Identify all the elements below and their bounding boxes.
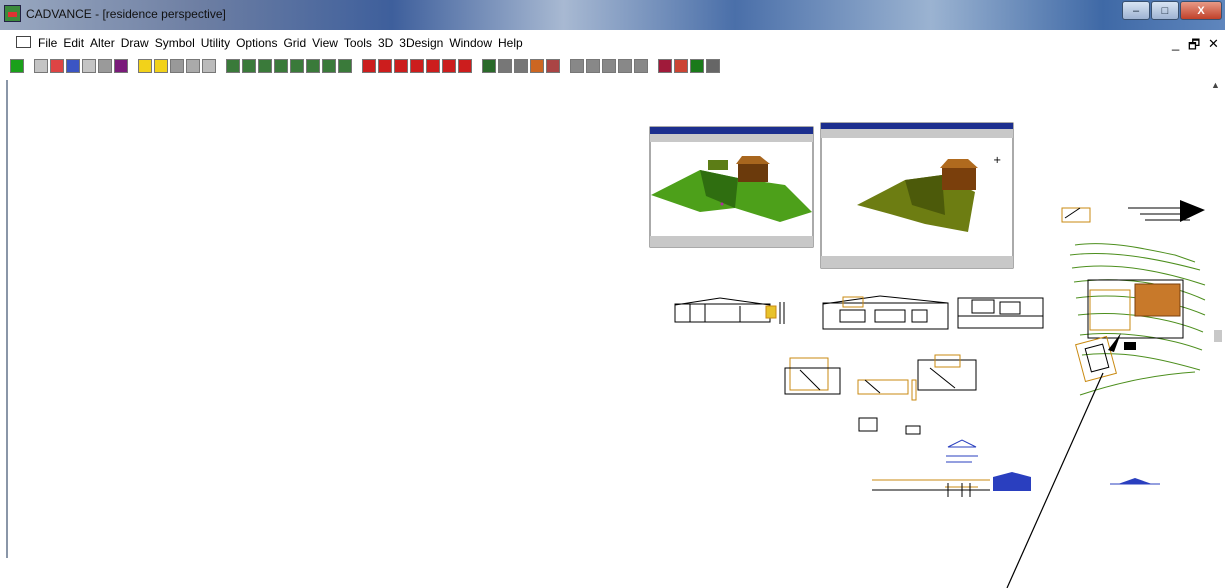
stair-detail [1061,200,1205,223]
elevation-drawings [674,295,1044,330]
perspective-screenshot-2: + [820,122,1014,269]
site-plan [1069,243,1206,396]
section-drawings [784,354,977,435]
blue-details [872,439,1160,497]
svg-text:+: + [993,155,1001,166]
perspective-screenshot-1 [649,126,814,248]
annotation-arrowhead [1108,333,1121,352]
cad-drawing-canvas[interactable]: + [0,0,1225,588]
